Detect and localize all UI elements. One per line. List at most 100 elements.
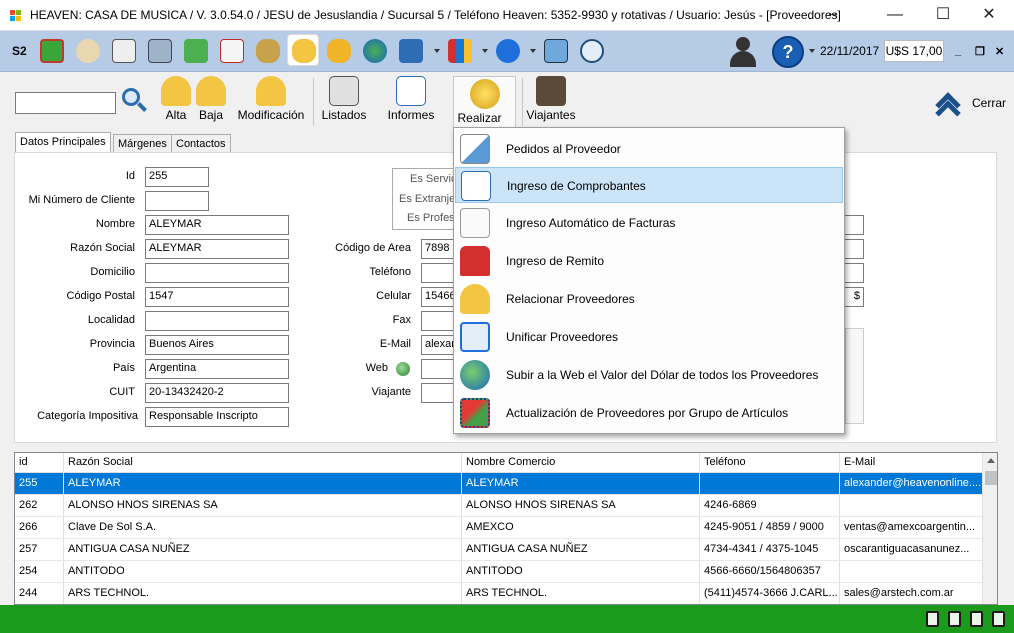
mdi-close-button[interactable]: ✕ <box>995 45 1004 58</box>
table-row[interactable]: 262 ALONSO HNOS SIRENAS SA ALONSO HNOS SIR… <box>15 495 983 517</box>
globe-icon[interactable] <box>359 35 391 67</box>
notepad-icon[interactable] <box>108 35 140 67</box>
gift-icon[interactable] <box>36 35 68 67</box>
cell-razon-social: Clave De Sol S.A. <box>64 517 462 538</box>
scroll-up-icon[interactable] <box>987 458 995 463</box>
cell-email: ventas@amexcoargentin... <box>840 517 983 538</box>
tab-margenes[interactable]: Márgenes <box>113 134 172 153</box>
gear-icon[interactable] <box>492 35 524 67</box>
id-field[interactable]: 255 <box>145 167 209 187</box>
localidad-label: Localidad <box>87 314 135 326</box>
categoria-field[interactable]: Responsable Inscripto <box>145 407 289 427</box>
provincia-field[interactable]: Buenos Aires <box>145 335 289 355</box>
handshake-icon[interactable] <box>72 35 104 67</box>
nombre-field[interactable]: ALEYMAR <box>145 215 289 235</box>
clock-icon[interactable] <box>576 35 608 67</box>
viajantes-button[interactable]: Viajantes <box>526 76 576 122</box>
es-extranjero-label: Es Extranjer <box>399 193 459 205</box>
ambulance-icon[interactable] <box>216 35 248 67</box>
chevron-down-icon[interactable] <box>530 49 536 53</box>
report-icon[interactable] <box>992 611 1005 627</box>
cell-telefono: 4245-9051 / 4859 / 9000 <box>700 517 840 538</box>
domicilio-field[interactable] <box>145 263 289 283</box>
menu-item-actualizacion[interactable]: Actualización de Proveedores por Grupo d… <box>455 395 843 431</box>
realizar-button[interactable]: Realizar <box>453 76 516 130</box>
informes-button[interactable]: Informes <box>385 76 437 122</box>
order-icon <box>460 134 490 164</box>
cell-id: 266 <box>15 517 64 538</box>
mdi-minimize-button[interactable]: _ <box>955 45 961 57</box>
document-icon[interactable] <box>926 611 939 627</box>
suppliers-icon[interactable] <box>287 34 319 66</box>
listados-button[interactable]: Listados <box>320 76 368 122</box>
tab-datos-principales[interactable]: Datos Principales <box>15 132 111 153</box>
table-row[interactable]: 255 ALEYMAR ALEYMAR alexander@heavenonline.… <box>15 473 983 495</box>
menu-item-ingreso-comprobantes[interactable]: Ingreso de Comprobantes <box>455 167 843 203</box>
table-scrollbar[interactable] <box>982 453 997 604</box>
toolbar-separator <box>522 78 523 126</box>
money-icon[interactable] <box>180 35 212 67</box>
column-header-email[interactable]: E-Mail <box>840 453 983 472</box>
cash-register-icon[interactable] <box>144 35 176 67</box>
chart-icon[interactable] <box>444 35 476 67</box>
menu-item-ingreso-automatico[interactable]: Ingreso Automático de Facturas <box>455 205 843 241</box>
help-icon[interactable]: ? <box>772 36 804 68</box>
razon-social-field[interactable]: ALEYMAR <box>145 239 289 259</box>
close-window-button[interactable]: ✕ <box>966 0 1012 30</box>
calculator-icon[interactable] <box>540 35 572 67</box>
codigo-postal-field[interactable]: 1547 <box>145 287 289 307</box>
menu-item-pedidos[interactable]: Pedidos al Proveedor <box>455 131 843 167</box>
minimize-button[interactable]: — <box>872 0 918 30</box>
user-remove-icon <box>196 76 226 106</box>
menu-item-relacionar[interactable]: Relacionar Proveedores <box>455 281 843 317</box>
search-input[interactable] <box>15 92 116 114</box>
table-row[interactable]: 254 ANTITODO ANTITODO 4566-6660/1564806357 <box>15 561 983 583</box>
cell-nombre-comercio: ANTIGUA CASA NUÑEZ <box>462 539 700 560</box>
menu-item-ingreso-remito[interactable]: Ingreso de Remito <box>455 243 843 279</box>
baja-button[interactable]: Baja <box>195 76 227 122</box>
numcliente-label: Mi Número de Cliente <box>28 194 135 206</box>
nombre-label: Nombre <box>95 218 135 230</box>
calendar-icon[interactable] <box>948 611 961 627</box>
maximize-button[interactable]: ☐ <box>920 0 966 30</box>
cuit-field[interactable]: 20-13432420-2 <box>145 383 289 403</box>
notes-scrollbar[interactable] <box>845 328 864 424</box>
users-group-icon[interactable] <box>323 35 355 67</box>
localidad-field[interactable] <box>145 311 289 331</box>
globe-icon[interactable] <box>396 362 410 376</box>
document-icon <box>461 171 491 201</box>
table-row[interactable]: 266 Clave De Sol S.A. AMEXCO 4245-9051 / 48… <box>15 517 983 539</box>
chevron-down-icon[interactable] <box>482 49 488 53</box>
user-avatar-icon[interactable] <box>727 37 759 67</box>
column-header-nombre-comercio[interactable]: Nombre Comercio <box>462 453 700 472</box>
menu-item-unificar[interactable]: Unificar Proveedores <box>455 319 843 355</box>
categoria-label: Categoría Impositiva <box>37 410 138 422</box>
mdi-restore-button[interactable]: ❐ <box>975 45 985 58</box>
money-bag-icon[interactable] <box>252 35 284 67</box>
truck-icon <box>460 246 490 276</box>
table-row[interactable]: 257 ANTIGUA CASA NUÑEZ ANTIGUA CASA NUÑEZ 4… <box>15 539 983 561</box>
alta-button[interactable]: Alta <box>158 76 194 122</box>
chevron-down-icon[interactable] <box>434 49 440 53</box>
column-header-id[interactable]: id <box>15 453 64 472</box>
web-label: Web <box>365 362 388 374</box>
column-header-razon-social[interactable]: Razón Social <box>64 453 462 472</box>
search-icon[interactable] <box>120 86 148 114</box>
table-row[interactable]: 244 ARS TECHNOL. ARS TECHNOL. (5411)4574-36… <box>15 583 983 604</box>
celular-label: Celular <box>376 290 411 302</box>
scroll-thumb[interactable] <box>985 471 997 485</box>
chevron-down-icon[interactable] <box>809 49 815 53</box>
resize-icon: ↔ <box>826 4 840 20</box>
cell-razon-social: ANTITODO <box>64 561 462 582</box>
numcliente-field[interactable] <box>145 191 209 211</box>
edit-document-icon[interactable] <box>970 611 983 627</box>
es-profesional-label: Es Profes <box>407 212 455 224</box>
cuit-label: CUIT <box>109 386 135 398</box>
tab-contactos[interactable]: Contactos <box>171 134 231 153</box>
book-icon[interactable] <box>395 35 427 67</box>
modificacion-button[interactable]: Modificación <box>233 76 309 122</box>
domicilio-label: Domicilio <box>90 266 135 278</box>
menu-item-subir-dolar[interactable]: Subir a la Web el Valor del Dólar de tod… <box>455 357 843 393</box>
pais-field[interactable]: Argentina <box>145 359 289 379</box>
column-header-telefono[interactable]: Teléfono <box>700 453 840 472</box>
